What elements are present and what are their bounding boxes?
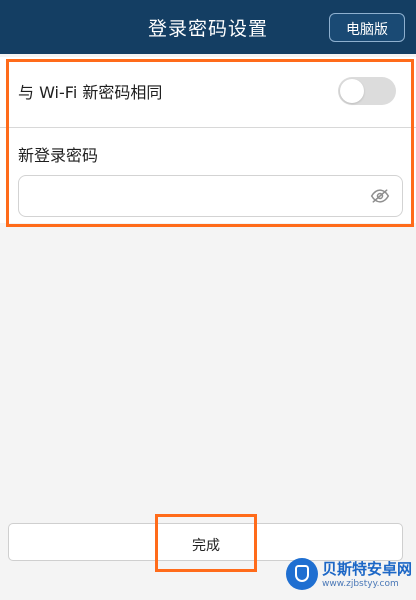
done-label: 完成 [192, 537, 220, 553]
same-as-wifi-toggle[interactable] [338, 77, 396, 105]
watermark-url: www.zjbstyy.com [322, 579, 399, 589]
toggle-knob [340, 79, 364, 103]
same-as-wifi-row[interactable]: 与 Wi-Fi 新密码相同 [0, 57, 416, 128]
new-password-field-container[interactable] [18, 175, 403, 217]
new-password-label: 新登录密码 [18, 146, 99, 165]
new-password-input[interactable] [27, 177, 366, 217]
eye-off-icon[interactable] [370, 188, 390, 204]
same-as-wifi-label: 与 Wi-Fi 新密码相同 [18, 83, 163, 102]
watermark-text: 贝斯特安卓网 [322, 560, 413, 578]
password-settings-card: 与 Wi-Fi 新密码相同 新登录密码 [0, 57, 416, 223]
shield-icon [286, 558, 318, 590]
app-header: 登录密码设置 电脑版 [0, 0, 416, 54]
pc-version-button[interactable]: 电脑版 [329, 13, 405, 42]
done-button[interactable]: 完成 [155, 514, 257, 572]
